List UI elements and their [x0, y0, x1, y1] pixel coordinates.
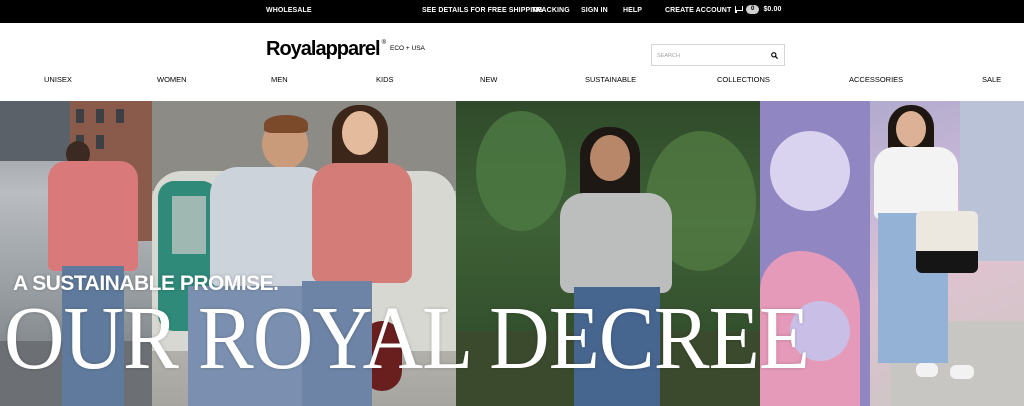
wholesale-link[interactable]: WHOLESALE — [266, 7, 312, 14]
search-icon[interactable] — [771, 52, 778, 59]
cart-icon — [734, 6, 743, 13]
top-utility-bar: WHOLESALE SEE DETAILS FOR FREE SHIPPING … — [0, 0, 1024, 23]
nav-item-men[interactable]: MEN — [271, 75, 288, 84]
nav-item-sustainable[interactable]: SUSTAINABLE — [585, 75, 636, 84]
search-box — [651, 44, 785, 66]
create-account-link[interactable]: CREATE ACCOUNT — [665, 7, 731, 14]
logo-registered-mark: ® — [381, 40, 387, 46]
sign-in-link[interactable]: SIGN IN — [581, 7, 608, 14]
cart-button[interactable]: 0 $0.00 — [734, 5, 781, 14]
tracking-link[interactable]: TRACKING — [532, 7, 570, 14]
nav-item-unisex[interactable]: UNISEX — [44, 75, 72, 84]
search-input[interactable] — [657, 50, 767, 61]
free-shipping-link[interactable]: SEE DETAILS FOR FREE SHIPPING — [422, 7, 543, 14]
nav-item-sale[interactable]: SALE — [982, 75, 1001, 84]
nav-item-kids[interactable]: KIDS — [376, 75, 394, 84]
nav-item-women[interactable]: WOMEN — [157, 75, 187, 84]
nav-item-new[interactable]: NEW — [480, 75, 498, 84]
logo-subtitle: ECO + USA — [390, 45, 425, 52]
hero-headline: OUR ROYAL DECREE — [4, 289, 810, 388]
cart-count-badge: 0 — [746, 5, 760, 14]
nav-item-collections[interactable]: COLLECTIONS — [717, 75, 770, 84]
hero-banner[interactable]: A SUSTAINABLE PROMISE. OUR ROYAL DECREE — [0, 101, 1024, 406]
brand-logo[interactable]: Royalapparel ® ECO + USA — [266, 39, 425, 59]
main-navigation: UNISEX WOMEN MEN KIDS NEW SUSTAINABLE CO… — [0, 74, 1024, 86]
logo-wordmark: Royalapparel — [266, 38, 381, 60]
cart-total: $0.00 — [763, 6, 782, 13]
nav-item-accessories[interactable]: ACCESSORIES — [849, 75, 903, 84]
help-link[interactable]: HELP — [623, 7, 642, 14]
